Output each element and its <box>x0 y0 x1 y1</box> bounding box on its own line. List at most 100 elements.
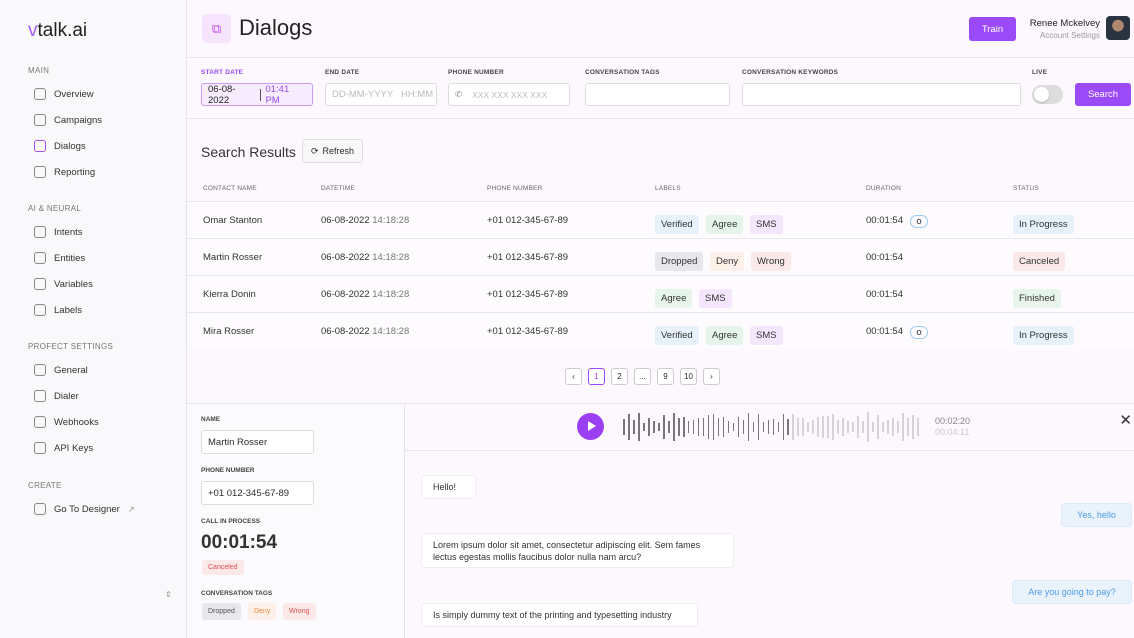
sidebar-item-webhooks[interactable]: Webhooks <box>34 416 99 428</box>
refresh-button[interactable]: ⟳ Refresh <box>302 139 363 163</box>
duration: 00:01:54 <box>866 215 903 226</box>
phone-label: PHONE NUMBER <box>448 69 504 76</box>
end-date-input[interactable]: DD-MM-YYYY HH:MM <box>325 83 437 106</box>
chat-icon: ⧉ <box>202 14 231 43</box>
waveform-bar <box>647 418 650 436</box>
bot-message: Hello! <box>421 475 476 499</box>
page-button[interactable]: 10 <box>680 368 697 385</box>
presentation-icon <box>34 166 46 178</box>
play-button[interactable] <box>577 413 604 440</box>
chat-icon <box>34 140 46 152</box>
tags-input[interactable] <box>585 83 730 106</box>
waveform-bar <box>657 422 660 432</box>
duration: 00:01:54 <box>866 326 903 337</box>
sidebar-item-reporting[interactable]: Reporting <box>34 166 95 178</box>
pie-chart-icon <box>34 88 46 100</box>
waveform-bar <box>762 422 765 432</box>
phone-number: +01 012-345-67-89 <box>487 326 569 337</box>
label-tag: Agree <box>706 326 744 345</box>
start-date-value: 06-08-2022 <box>208 83 236 106</box>
page-button[interactable]: 9 <box>657 368 674 385</box>
start-date-input[interactable]: 06-08-2022 01:41 PM <box>201 83 313 106</box>
table-row[interactable]: Kierra Donin 06-08-2022 14:18:28 +01 012-3… <box>187 275 1134 312</box>
call-timer: 00:01:54 <box>201 532 278 553</box>
sidebar-item-label: Overview <box>54 88 94 100</box>
next-page-button[interactable]: › <box>703 368 720 385</box>
phone-input[interactable]: ✆ XXX XXX XXX XXX <box>448 83 570 106</box>
live-toggle[interactable] <box>1032 85 1063 104</box>
sidebar-item-labels[interactable]: Labels <box>34 304 82 316</box>
label-tag: Agree <box>706 215 744 234</box>
page-button[interactable]: 2 <box>611 368 628 385</box>
sidebar-item-dialogs[interactable]: Dialogs <box>34 140 86 152</box>
main: ⧉ Dialogs Train Renee Mckelvey Account S… <box>187 0 1134 638</box>
datetime: 06-08-2022 14:18:28 <box>321 326 409 337</box>
waveform-bar <box>872 422 874 432</box>
account-menu[interactable]: Renee Mckelvey Account Settings <box>1030 18 1100 40</box>
sidebar-item-label: Webhooks <box>54 416 99 428</box>
avatar[interactable] <box>1106 16 1130 40</box>
sidebar-item-dialer[interactable]: Dialer <box>34 390 79 402</box>
waveform-bar <box>832 413 835 441</box>
logo[interactable]: vtalk.ai <box>28 20 87 42</box>
sidebar-item-label: Variables <box>54 278 93 290</box>
table-row[interactable]: Martin Rosser 06-08-2022 14:18:28 +01 012-… <box>187 238 1134 275</box>
waveform-bar <box>912 415 914 439</box>
phone-icon <box>34 390 46 402</box>
waveform-bar <box>787 419 790 435</box>
sidebar-item-general[interactable]: General <box>34 364 88 376</box>
waveform-bar <box>887 420 889 434</box>
keywords-input[interactable] <box>742 83 1021 106</box>
sidebar-section-title: PROFECT SETTINGS <box>28 342 114 351</box>
sidebar-item-go-to-designer[interactable]: Go To Designer ↗ <box>34 503 135 515</box>
header: ⧉ Dialogs Train Renee Mckelvey Account S… <box>187 0 1134 58</box>
table-row[interactable]: Omar Stanton 06-08-2022 14:18:28 +01 012-3… <box>187 201 1134 238</box>
duration: 00:01:54 <box>866 252 903 263</box>
page-button[interactable]: ... <box>634 368 651 385</box>
collapse-icon[interactable]: ⇕ <box>165 590 172 599</box>
tags-label: CONVERSATION TAGS <box>201 590 273 597</box>
table-row[interactable]: Mira Rosser 06-08-2022 14:18:28 +01 012-34… <box>187 312 1134 349</box>
label-tag: Verified <box>655 215 699 234</box>
call-label: CALL IN PROCESS <box>201 518 261 525</box>
sidebar-section-title: MAIN <box>28 66 50 75</box>
phone-field[interactable]: +01 012-345-67-89 <box>201 481 314 505</box>
sidebar-item-campaigns[interactable]: Campaigns <box>34 114 102 126</box>
start-time-value: 01:41 PM <box>265 83 290 106</box>
column-header: DURATION <box>866 185 902 192</box>
sidebar-item-variables[interactable]: Variables <box>34 278 93 290</box>
sidebar-item-label: General <box>54 364 88 376</box>
waveform-bar <box>847 420 849 434</box>
search-button[interactable]: Search <box>1075 83 1131 106</box>
waveform-bar <box>742 419 745 435</box>
waveform-bar <box>707 415 710 439</box>
sidebar-item-label: Campaigns <box>54 114 103 126</box>
datetime: 06-08-2022 14:18:28 <box>321 215 409 226</box>
sidebar-item-intents[interactable]: Intents <box>34 226 83 238</box>
duration: 00:01:54 <box>866 289 903 300</box>
close-icon[interactable]: ✕ <box>1119 411 1132 429</box>
datetime: 06-08-2022 14:18:28 <box>321 252 409 263</box>
sidebar-item-api-keys[interactable]: API Keys <box>34 442 93 454</box>
entities-icon <box>34 252 46 264</box>
prev-page-button[interactable]: ‹ <box>565 368 582 385</box>
waveform[interactable] <box>623 412 919 442</box>
name-field[interactable]: Martin Rosser <box>201 430 314 454</box>
hexagon-icon <box>34 442 46 454</box>
train-button[interactable]: Train <box>969 17 1016 41</box>
account-settings-link[interactable]: Account Settings <box>1030 31 1100 40</box>
page-button[interactable]: 1 <box>588 368 605 385</box>
results-title: Search Results <box>201 144 296 160</box>
audio-total-time: 00:04:11 <box>935 427 970 437</box>
label-tag: Dropped <box>655 252 704 271</box>
live-icon[interactable]: o <box>910 326 928 339</box>
filters: START DATE 06-08-2022 01:41 PM END DATE D… <box>187 58 1134 119</box>
waveform-bar <box>627 413 630 441</box>
live-icon[interactable]: o <box>910 215 928 228</box>
time: 14:18:28 <box>372 289 410 300</box>
contact-name: Mira Rosser <box>203 326 255 337</box>
sidebar-item-overview[interactable]: Overview <box>34 88 94 100</box>
sidebar-item-entities[interactable]: Entities <box>34 252 85 264</box>
waveform-bar <box>737 417 740 437</box>
waveform-bar <box>772 419 775 435</box>
